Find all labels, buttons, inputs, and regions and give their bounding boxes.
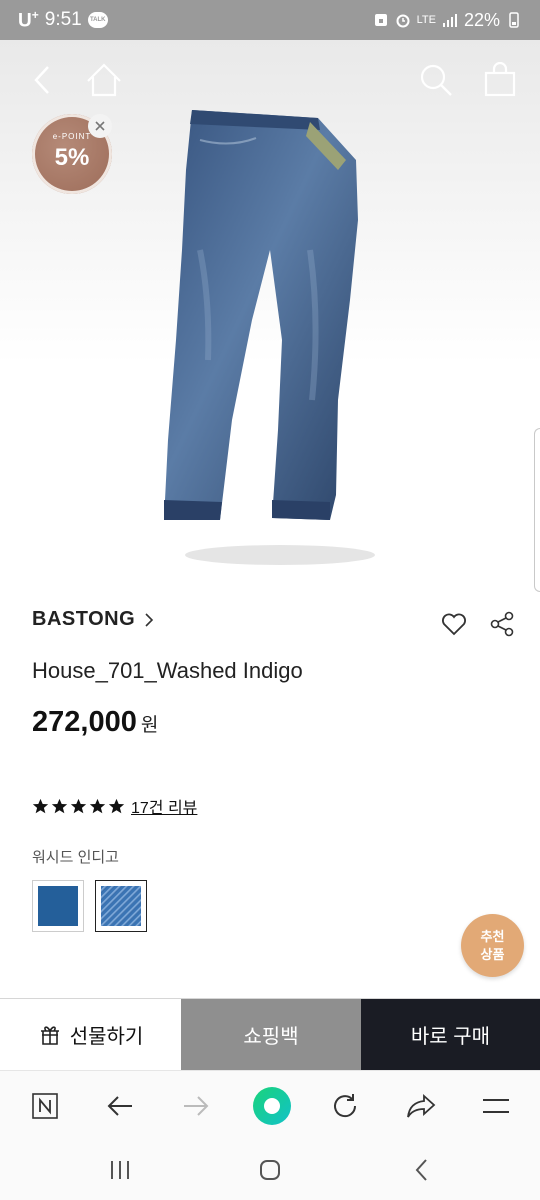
heart-icon bbox=[442, 613, 466, 636]
recommend-line2: 상품 bbox=[480, 946, 505, 962]
epoint-close-button[interactable] bbox=[88, 114, 112, 138]
android-home-button[interactable] bbox=[254, 1154, 286, 1186]
product-image-area[interactable]: e-POINT 5% bbox=[0, 40, 540, 592]
forward-share-icon bbox=[407, 1093, 436, 1118]
reload-button[interactable] bbox=[327, 1088, 363, 1124]
home-icon bbox=[87, 63, 121, 97]
gift-label: 선물하기 bbox=[69, 1026, 144, 1048]
status-right: LTE 22% bbox=[373, 10, 522, 31]
price-row: 272,000 원 bbox=[32, 706, 158, 739]
green-dot-icon bbox=[253, 1087, 291, 1125]
jeans-product-image bbox=[164, 110, 375, 565]
brand-link[interactable]: BASTONG bbox=[32, 608, 155, 631]
product-name: House_701_Washed Indigo bbox=[32, 658, 303, 683]
home-button[interactable] bbox=[84, 60, 124, 100]
recent-apps-icon bbox=[111, 1161, 129, 1179]
network-type: LTE bbox=[416, 14, 436, 26]
share-icon bbox=[490, 611, 514, 637]
arrow-left-icon bbox=[107, 1096, 132, 1116]
gift-icon bbox=[40, 1025, 59, 1045]
battery-percent: 22% bbox=[463, 9, 500, 30]
option-label: 워시드 인디고 bbox=[32, 849, 119, 866]
share-button[interactable] bbox=[488, 610, 516, 638]
star-icon bbox=[108, 798, 125, 813]
star-icon bbox=[89, 798, 106, 813]
buy-now-button[interactable]: 바로 구매 bbox=[361, 999, 540, 1070]
close-icon bbox=[95, 121, 105, 131]
currency-label: 원 bbox=[140, 715, 159, 736]
gift-button[interactable]: 선물하기 bbox=[0, 999, 181, 1070]
status-time: 9:51 bbox=[44, 8, 82, 30]
brand-name: BASTONG bbox=[32, 608, 136, 630]
kakaotalk-icon: TALK bbox=[87, 11, 108, 28]
android-back-button[interactable] bbox=[406, 1154, 438, 1186]
n-logo-icon bbox=[32, 1093, 58, 1119]
browser-forward-button[interactable] bbox=[178, 1088, 214, 1124]
product-page: U+ 9:51 TALK LTE 22% e-POINT 5% BASTONG … bbox=[0, 0, 540, 1200]
search-icon bbox=[420, 64, 452, 96]
epoint-value: 5% bbox=[54, 144, 90, 171]
lock-notification-icon bbox=[374, 14, 387, 26]
signal-icon bbox=[442, 14, 457, 27]
carrier-label: U+ bbox=[18, 7, 39, 32]
recommended-products-button[interactable]: 추천 상품 bbox=[461, 914, 524, 977]
status-left: U+ 9:51 TALK bbox=[18, 8, 108, 32]
review-link[interactable]: 17건 리뷰 bbox=[131, 794, 197, 818]
search-button[interactable] bbox=[416, 60, 456, 100]
back-chevron-icon bbox=[415, 1159, 427, 1181]
wishlist-button[interactable] bbox=[440, 610, 468, 638]
green-dot-button[interactable] bbox=[251, 1085, 293, 1127]
rating-row: 17건 리뷰 bbox=[32, 794, 197, 818]
purchase-action-bar: 선물하기 쇼핑백 바로 구매 bbox=[0, 998, 540, 1070]
android-navigation-bar bbox=[0, 1140, 540, 1200]
star-icon bbox=[70, 798, 87, 813]
chevron-right-icon bbox=[145, 612, 154, 627]
product-price: 272,000 bbox=[32, 706, 137, 738]
chevron-left-icon bbox=[34, 66, 49, 94]
swatch-fill bbox=[101, 886, 141, 926]
back-button[interactable] bbox=[22, 60, 62, 100]
reload-icon bbox=[334, 1094, 357, 1118]
add-to-cart-button[interactable]: 쇼핑백 bbox=[181, 999, 361, 1070]
swatch-fill bbox=[38, 886, 78, 926]
naver-home-button[interactable] bbox=[27, 1088, 63, 1124]
shopping-bag-icon bbox=[484, 62, 516, 97]
home-square-icon bbox=[260, 1160, 280, 1180]
browser-back-button[interactable] bbox=[102, 1088, 138, 1124]
star-icon bbox=[32, 798, 49, 813]
recent-apps-button[interactable] bbox=[104, 1154, 136, 1186]
recommend-line1: 추천 bbox=[480, 928, 505, 944]
star-rating bbox=[32, 798, 125, 815]
star-icon bbox=[51, 798, 68, 813]
browser-share-button[interactable] bbox=[403, 1088, 439, 1124]
side-scroll-handle[interactable] bbox=[534, 428, 540, 592]
color-swatch-denim-texture[interactable] bbox=[95, 880, 147, 932]
alarm-icon bbox=[396, 14, 410, 28]
hamburger-menu-icon bbox=[483, 1099, 509, 1113]
browser-menu-button[interactable] bbox=[478, 1088, 514, 1124]
color-swatch-solid-indigo[interactable] bbox=[32, 880, 84, 932]
browser-toolbar bbox=[0, 1070, 540, 1140]
arrow-right-icon bbox=[184, 1096, 209, 1116]
status-bar: U+ 9:51 TALK LTE 22% bbox=[0, 0, 540, 40]
battery-icon bbox=[509, 12, 519, 28]
shopping-bag-button[interactable] bbox=[480, 60, 520, 100]
